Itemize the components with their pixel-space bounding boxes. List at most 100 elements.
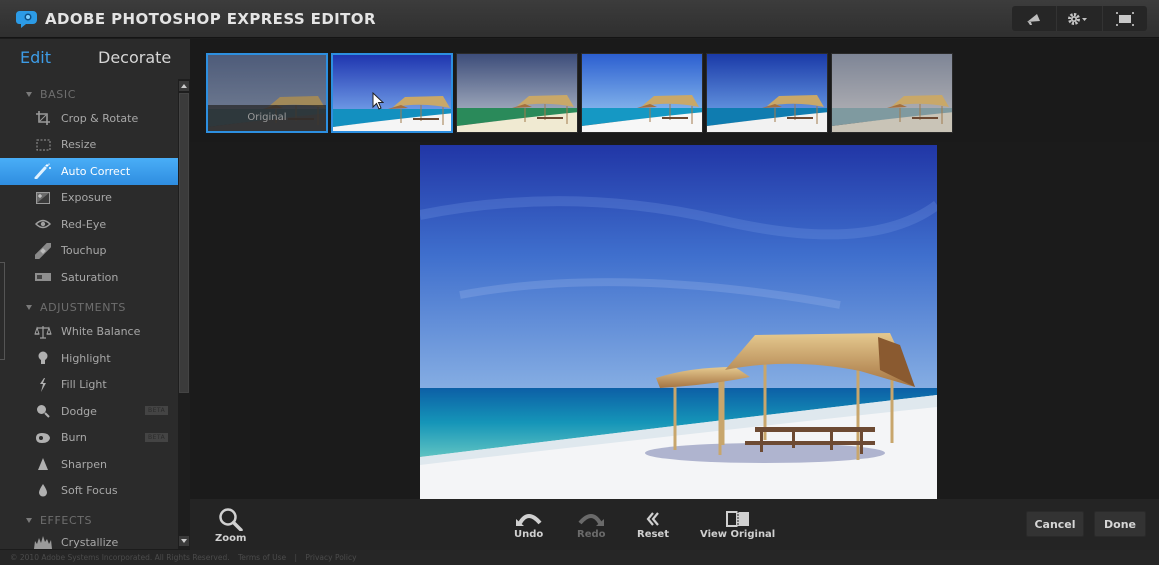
compare-icon bbox=[725, 511, 749, 527]
tool-burn[interactable]: Burn BETA bbox=[0, 425, 178, 452]
tool-label: Sharpen bbox=[61, 457, 107, 471]
section-title: ADJUSTMENTS bbox=[40, 301, 126, 314]
tool-soft-focus[interactable]: Soft Focus bbox=[0, 478, 178, 505]
panel-edge bbox=[0, 262, 5, 360]
redo-button[interactable]: Redo bbox=[577, 511, 606, 540]
crop-icon bbox=[34, 110, 52, 126]
megaphone-icon bbox=[1027, 13, 1041, 25]
tool-exposure[interactable]: Exposure bbox=[0, 185, 178, 212]
section-adjustments[interactable]: ADJUSTMENTS bbox=[0, 297, 178, 319]
mouse-cursor-icon bbox=[372, 92, 384, 110]
tool-fill-light[interactable]: Fill Light bbox=[0, 372, 178, 399]
redo-icon bbox=[578, 514, 605, 526]
cancel-button[interactable]: Cancel bbox=[1026, 511, 1084, 537]
thumbnail-image bbox=[457, 54, 577, 132]
photoshop-express-logo-icon bbox=[16, 11, 37, 28]
magic-wand-icon bbox=[34, 163, 52, 180]
dodge-icon bbox=[34, 403, 52, 419]
tool-saturation[interactable]: Saturation bbox=[0, 264, 178, 291]
tool-label: Exposure bbox=[61, 191, 112, 205]
photo-preview[interactable] bbox=[420, 145, 937, 499]
privacy-link[interactable]: Privacy Policy bbox=[305, 553, 356, 562]
tool-touchup[interactable]: Touchup bbox=[0, 238, 178, 265]
scroll-down-button[interactable] bbox=[179, 536, 189, 546]
beta-badge: BETA bbox=[145, 432, 169, 442]
scrollbar-thumb[interactable] bbox=[179, 93, 189, 393]
terms-link[interactable]: Terms of Use bbox=[238, 553, 286, 562]
zoom-label: Zoom bbox=[215, 533, 247, 544]
collapse-triangle-icon bbox=[26, 305, 32, 310]
tool-label: Dodge bbox=[61, 404, 97, 418]
gear-icon bbox=[1068, 12, 1088, 25]
settings-button[interactable] bbox=[1056, 6, 1101, 31]
photoshop-express-editor: ADOBE PHOTOSHOP EXPRESS EDITOR Edit Deco… bbox=[0, 0, 1159, 565]
tool-red-eye[interactable]: Red-Eye bbox=[0, 211, 178, 238]
eye-icon bbox=[34, 216, 52, 232]
tool-label: White Balance bbox=[61, 325, 141, 339]
tool-dodge[interactable]: Dodge BETA bbox=[0, 398, 178, 425]
tool-list: BASIC Crop & Rotate Resize Auto Correct … bbox=[0, 83, 178, 553]
scroll-up-button[interactable] bbox=[179, 81, 189, 91]
double-chevron-left-icon bbox=[646, 512, 659, 526]
crystallize-icon bbox=[34, 534, 52, 550]
view-original-button[interactable]: View Original bbox=[700, 511, 775, 540]
sidebar-scrollbar[interactable] bbox=[178, 79, 190, 549]
preset-thumbnail-faded[interactable] bbox=[831, 53, 953, 133]
sharpen-icon bbox=[34, 456, 52, 472]
tool-label: Touchup bbox=[61, 244, 107, 258]
collapse-triangle-icon bbox=[26, 91, 32, 97]
zoom-button[interactable]: Zoom bbox=[215, 507, 246, 544]
preset-thumbnail-vivid[interactable] bbox=[331, 53, 453, 133]
preset-thumbnail-warm[interactable] bbox=[456, 53, 578, 133]
announcements-button[interactable] bbox=[1012, 6, 1056, 31]
reset-button[interactable]: Reset bbox=[637, 511, 669, 540]
tool-label: Fill Light bbox=[61, 378, 107, 392]
arrow-up-icon bbox=[181, 84, 187, 88]
preset-thumbnail-bright[interactable] bbox=[581, 53, 703, 133]
tool-highlight[interactable]: Highlight bbox=[0, 345, 178, 372]
tab-decorate[interactable]: Decorate bbox=[98, 48, 171, 67]
beach-photo bbox=[420, 145, 937, 499]
arrow-down-icon bbox=[181, 539, 187, 543]
exposure-icon bbox=[34, 190, 52, 206]
footer: © 2010 Adobe Systems Incorporated. All R… bbox=[0, 550, 1159, 565]
lightbulb-icon bbox=[34, 350, 52, 366]
view-original-label: View Original bbox=[700, 529, 776, 540]
fullscreen-button[interactable] bbox=[1101, 6, 1147, 31]
tool-label: Saturation bbox=[61, 270, 119, 284]
section-effects[interactable]: EFFECTS bbox=[0, 509, 178, 531]
lightning-icon bbox=[34, 377, 52, 393]
done-button[interactable]: Done bbox=[1094, 511, 1146, 537]
beta-badge: BETA bbox=[145, 406, 169, 415]
footer-separator: | bbox=[294, 553, 298, 562]
tab-edit[interactable]: Edit bbox=[20, 48, 51, 67]
thumbnail-image bbox=[333, 55, 451, 131]
undo-button[interactable]: Undo bbox=[514, 511, 543, 540]
magnifier-icon bbox=[218, 508, 243, 531]
top-tools-group bbox=[1012, 6, 1147, 31]
preset-thumbnail-original[interactable]: Original bbox=[206, 53, 328, 133]
redo-label: Redo bbox=[577, 529, 606, 540]
tool-sharpen[interactable]: Sharpen bbox=[0, 451, 178, 478]
section-basic[interactable]: BASIC bbox=[0, 83, 178, 105]
reset-label: Reset bbox=[637, 529, 669, 540]
tool-white-balance[interactable]: White Balance bbox=[0, 319, 178, 346]
tool-label: Red-Eye bbox=[61, 217, 107, 231]
tool-label: Auto Correct bbox=[61, 164, 131, 178]
tool-label: Soft Focus bbox=[61, 484, 118, 498]
preset-thumbnail-deep[interactable] bbox=[706, 53, 828, 133]
preset-thumbnail-strip: Original bbox=[190, 39, 1159, 142]
tool-auto-correct[interactable]: Auto Correct bbox=[0, 158, 178, 185]
fullscreen-icon bbox=[1115, 11, 1134, 26]
thumbnail-image bbox=[832, 54, 952, 132]
section-title: EFFECTS bbox=[40, 513, 93, 527]
section-title: BASIC bbox=[40, 87, 76, 101]
burn-icon bbox=[34, 430, 52, 446]
thumbnail-label: Original bbox=[208, 105, 326, 131]
tool-crop-rotate[interactable]: Crop & Rotate bbox=[0, 105, 178, 132]
title-bar: ADOBE PHOTOSHOP EXPRESS EDITOR bbox=[0, 0, 1159, 38]
saturation-icon bbox=[34, 269, 52, 285]
bottom-toolbar: Zoom Undo Redo Reset View Original Cance… bbox=[190, 499, 1159, 550]
droplet-icon bbox=[34, 483, 52, 499]
tool-resize[interactable]: Resize bbox=[0, 132, 178, 159]
